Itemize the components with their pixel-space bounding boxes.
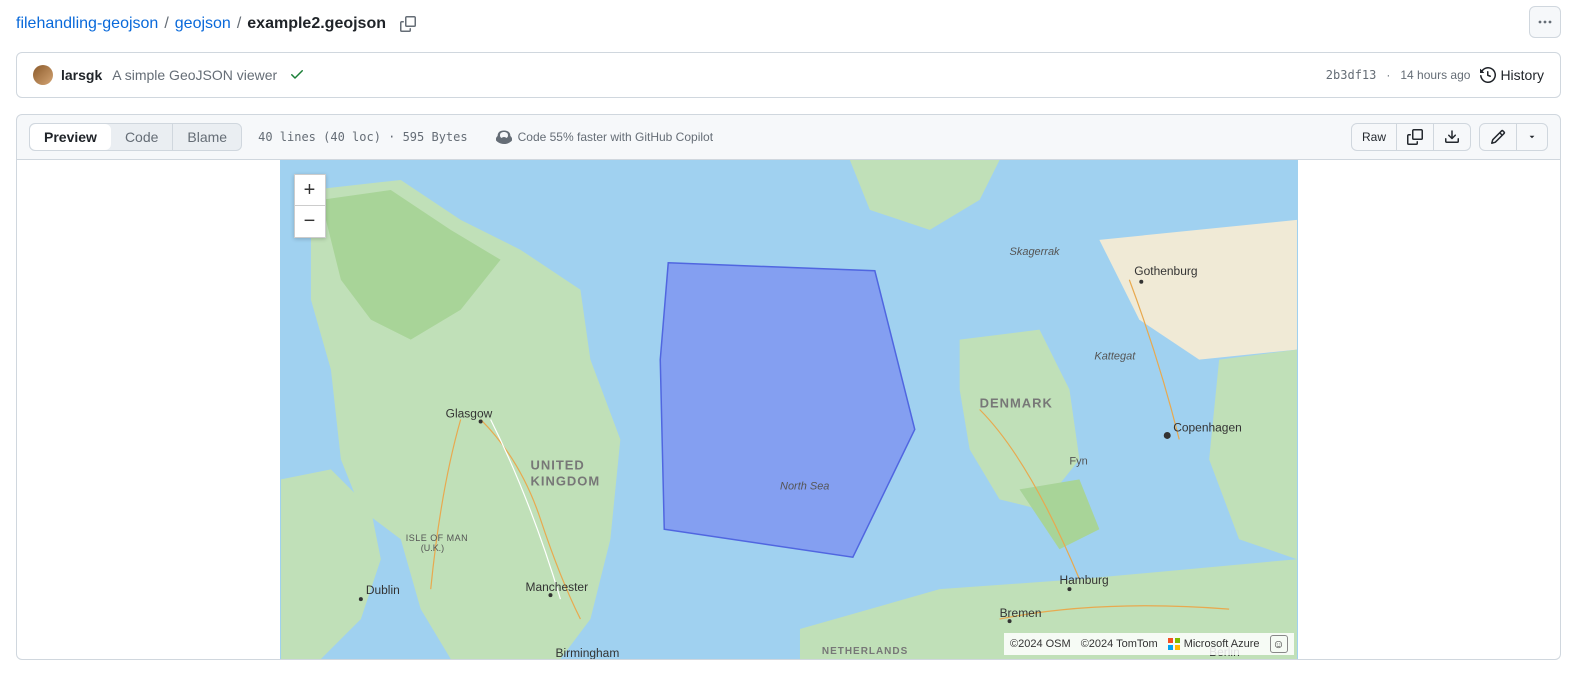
map-label-fyn: Fyn xyxy=(1069,455,1087,467)
file-meta: 40 lines (40 loc) · 595 Bytes xyxy=(258,130,468,144)
file-toolbar: Preview Code Blame 40 lines (40 loc) · 5… xyxy=(16,114,1561,160)
download-icon xyxy=(1444,129,1460,145)
copy-icon xyxy=(400,16,416,32)
commit-message[interactable]: A simple GeoJSON viewer xyxy=(112,67,277,83)
commit-author[interactable]: larsgk xyxy=(61,67,102,83)
map-canvas[interactable]: North Sea Skagerrak Kattegat Fyn UNITED … xyxy=(280,160,1298,659)
azure-icon xyxy=(1168,638,1180,650)
map-label-north-sea: North Sea xyxy=(780,480,829,492)
map-label-iom: ISLE OF MAN xyxy=(405,533,467,543)
geojson-polygon xyxy=(660,263,914,557)
breadcrumb-current: example2.geojson xyxy=(247,15,386,33)
breadcrumb-link-folder[interactable]: geojson xyxy=(175,15,231,33)
feedback-button[interactable]: ☺ xyxy=(1270,635,1288,653)
map-label-skagerrak: Skagerrak xyxy=(1009,246,1060,258)
check-icon[interactable] xyxy=(289,66,305,85)
map-attribution: ©2024 OSM ©2024 TomTom Microsoft Azure ☺ xyxy=(1004,633,1294,655)
map-label-uk2: KINGDOM xyxy=(530,473,600,488)
edit-button[interactable] xyxy=(1480,124,1516,150)
commit-sha[interactable]: 2b3df13 xyxy=(1326,68,1377,82)
zoom-out-button[interactable]: − xyxy=(294,206,326,238)
avatar[interactable] xyxy=(33,65,53,85)
copilot-icon xyxy=(496,129,512,145)
more-options-button[interactable] xyxy=(1529,6,1561,38)
breadcrumb-sep: / xyxy=(164,15,168,33)
tab-preview[interactable]: Preview xyxy=(30,124,111,150)
copy-icon xyxy=(1407,129,1423,145)
chevron-down-icon xyxy=(1527,132,1537,142)
city-dublin: Dublin xyxy=(365,583,399,597)
breadcrumb-row: filehandling-geojson / geojson / example… xyxy=(16,0,1561,48)
breadcrumb-link-repo[interactable]: filehandling-geojson xyxy=(16,15,158,33)
history-button[interactable]: History xyxy=(1480,67,1544,83)
commit-time: 14 hours ago xyxy=(1400,68,1470,82)
history-icon xyxy=(1480,67,1496,83)
city-manchester: Manchester xyxy=(525,580,588,594)
copy-button[interactable] xyxy=(1396,124,1433,150)
breadcrumb-sep: / xyxy=(237,15,241,33)
map-preview: North Sea Skagerrak Kattegat Fyn UNITED … xyxy=(16,160,1561,660)
zoom-control: + − xyxy=(294,174,326,238)
attribution-osm[interactable]: ©2024 OSM xyxy=(1010,638,1071,650)
kebab-icon xyxy=(1537,14,1553,30)
map-label-kattegat: Kattegat xyxy=(1094,351,1136,363)
city-hamburg: Hamburg xyxy=(1059,573,1108,587)
latest-commit-box: larsgk A simple GeoJSON viewer 2b3df13 ·… xyxy=(16,52,1561,98)
attribution-azure[interactable]: Microsoft Azure xyxy=(1168,638,1260,650)
city-birmingham: Birmingham xyxy=(555,646,619,659)
copy-path-button[interactable] xyxy=(394,10,422,38)
edit-dropdown-button[interactable] xyxy=(1516,124,1547,150)
zoom-in-button[interactable]: + xyxy=(294,174,326,206)
map-label-uk: UNITED xyxy=(530,457,584,472)
attribution-tomtom[interactable]: ©2024 TomTom xyxy=(1081,638,1158,650)
city-bremen: Bremen xyxy=(999,606,1041,620)
city-copenhagen: Copenhagen xyxy=(1173,420,1242,434)
download-button[interactable] xyxy=(1433,124,1470,150)
map-label-denmark: DENMARK xyxy=(979,396,1052,411)
copilot-banner[interactable]: Code 55% faster with GitHub Copilot xyxy=(496,129,713,145)
breadcrumb: filehandling-geojson / geojson / example… xyxy=(16,15,386,33)
pencil-icon xyxy=(1490,129,1506,145)
tab-code[interactable]: Code xyxy=(111,124,172,150)
map-label-netherlands: NETHERLANDS xyxy=(821,646,907,657)
map-svg: North Sea Skagerrak Kattegat Fyn UNITED … xyxy=(280,160,1298,659)
city-gothenburg: Gothenburg xyxy=(1134,264,1197,278)
svg-text:(U.K.): (U.K.) xyxy=(420,543,443,553)
tab-blame[interactable]: Blame xyxy=(173,124,241,150)
view-mode-tabs: Preview Code Blame xyxy=(29,123,242,151)
raw-button[interactable]: Raw xyxy=(1352,124,1396,150)
city-glasgow: Glasgow xyxy=(445,406,492,420)
